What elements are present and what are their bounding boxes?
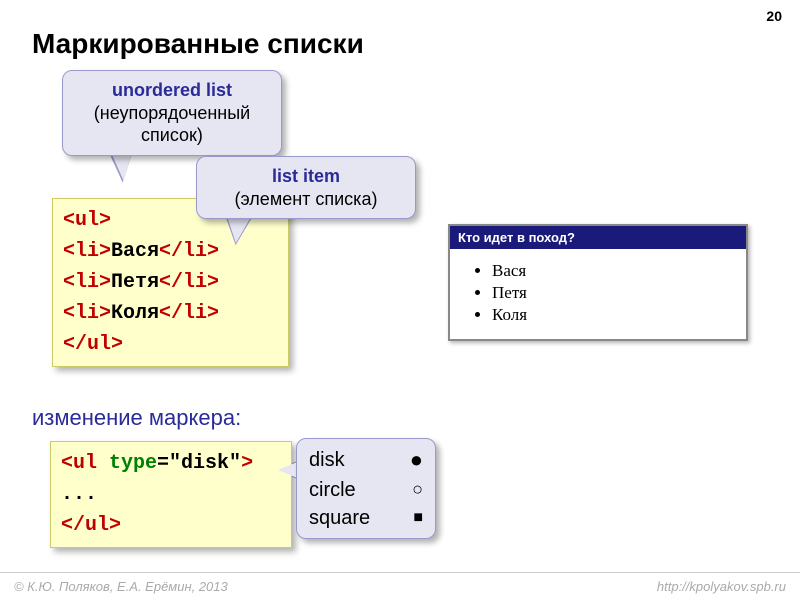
disc-icon: ● xyxy=(410,445,423,476)
browser-titlebar: Кто идет в поход? xyxy=(450,226,746,249)
code-attr: type xyxy=(109,452,157,475)
footer: © К.Ю. Поляков, Е.А. Ерёмин, 2013 http:/… xyxy=(0,572,800,600)
code-val: "disk" xyxy=(169,452,241,475)
callout-bold: list item xyxy=(272,166,340,186)
code-tag: </li> xyxy=(159,271,219,294)
code-text: = xyxy=(157,452,169,475)
page-title: Маркированные списки xyxy=(32,28,364,60)
code-example-type: <ul type="disk"> ... </ul> xyxy=(50,441,292,548)
callout-unordered-list: unordered list (неупорядоченный список) xyxy=(62,70,282,156)
code-tag: <ul> xyxy=(63,209,111,232)
list-item: Коля xyxy=(492,305,738,325)
code-tag: </li> xyxy=(159,302,219,325)
code-text: Коля xyxy=(111,302,159,325)
callout-plain: (неупорядоченный список) xyxy=(94,103,250,146)
browser-preview: Кто идет в поход? Вася Петя Коля xyxy=(448,224,748,341)
code-tag: > xyxy=(241,452,253,475)
code-tag: </li> xyxy=(159,240,219,263)
callout-bold: unordered list xyxy=(112,80,232,100)
code-tag: </ul> xyxy=(61,514,121,537)
code-tag: </ul> xyxy=(63,333,123,356)
code-example-ul: <ul> <li>Вася</li> <li>Петя</li> <li>Кол… xyxy=(52,198,289,367)
browser-body: Вася Петя Коля xyxy=(450,249,746,339)
callout-plain: (элемент списка) xyxy=(235,189,378,209)
footer-left: © К.Ю. Поляков, Е.А. Ерёмин, 2013 xyxy=(14,579,228,594)
square-icon: ■ xyxy=(413,507,423,529)
callout-list-item: list item (элемент списка) xyxy=(196,156,416,219)
code-tag: <li> xyxy=(63,240,111,263)
code-tag: <li> xyxy=(63,271,111,294)
code-tag: <ul xyxy=(61,452,109,475)
code-text: Вася xyxy=(111,240,159,263)
marker-label: circle xyxy=(309,476,356,504)
footer-right: http://kpolyakov.spb.ru xyxy=(657,579,786,594)
code-text: ... xyxy=(61,479,281,510)
page-number: 20 xyxy=(766,8,782,24)
subheading: изменение маркера: xyxy=(32,405,241,431)
list-item: Петя xyxy=(492,283,738,303)
circle-icon: ○ xyxy=(412,477,423,502)
code-tag: <li> xyxy=(63,302,111,325)
list-item: Вася xyxy=(492,261,738,281)
code-text: Петя xyxy=(111,271,159,294)
marker-label: square xyxy=(309,504,370,532)
marker-label: disk xyxy=(309,446,345,474)
callout-markers: disk ● circle ○ square ■ xyxy=(296,438,436,539)
